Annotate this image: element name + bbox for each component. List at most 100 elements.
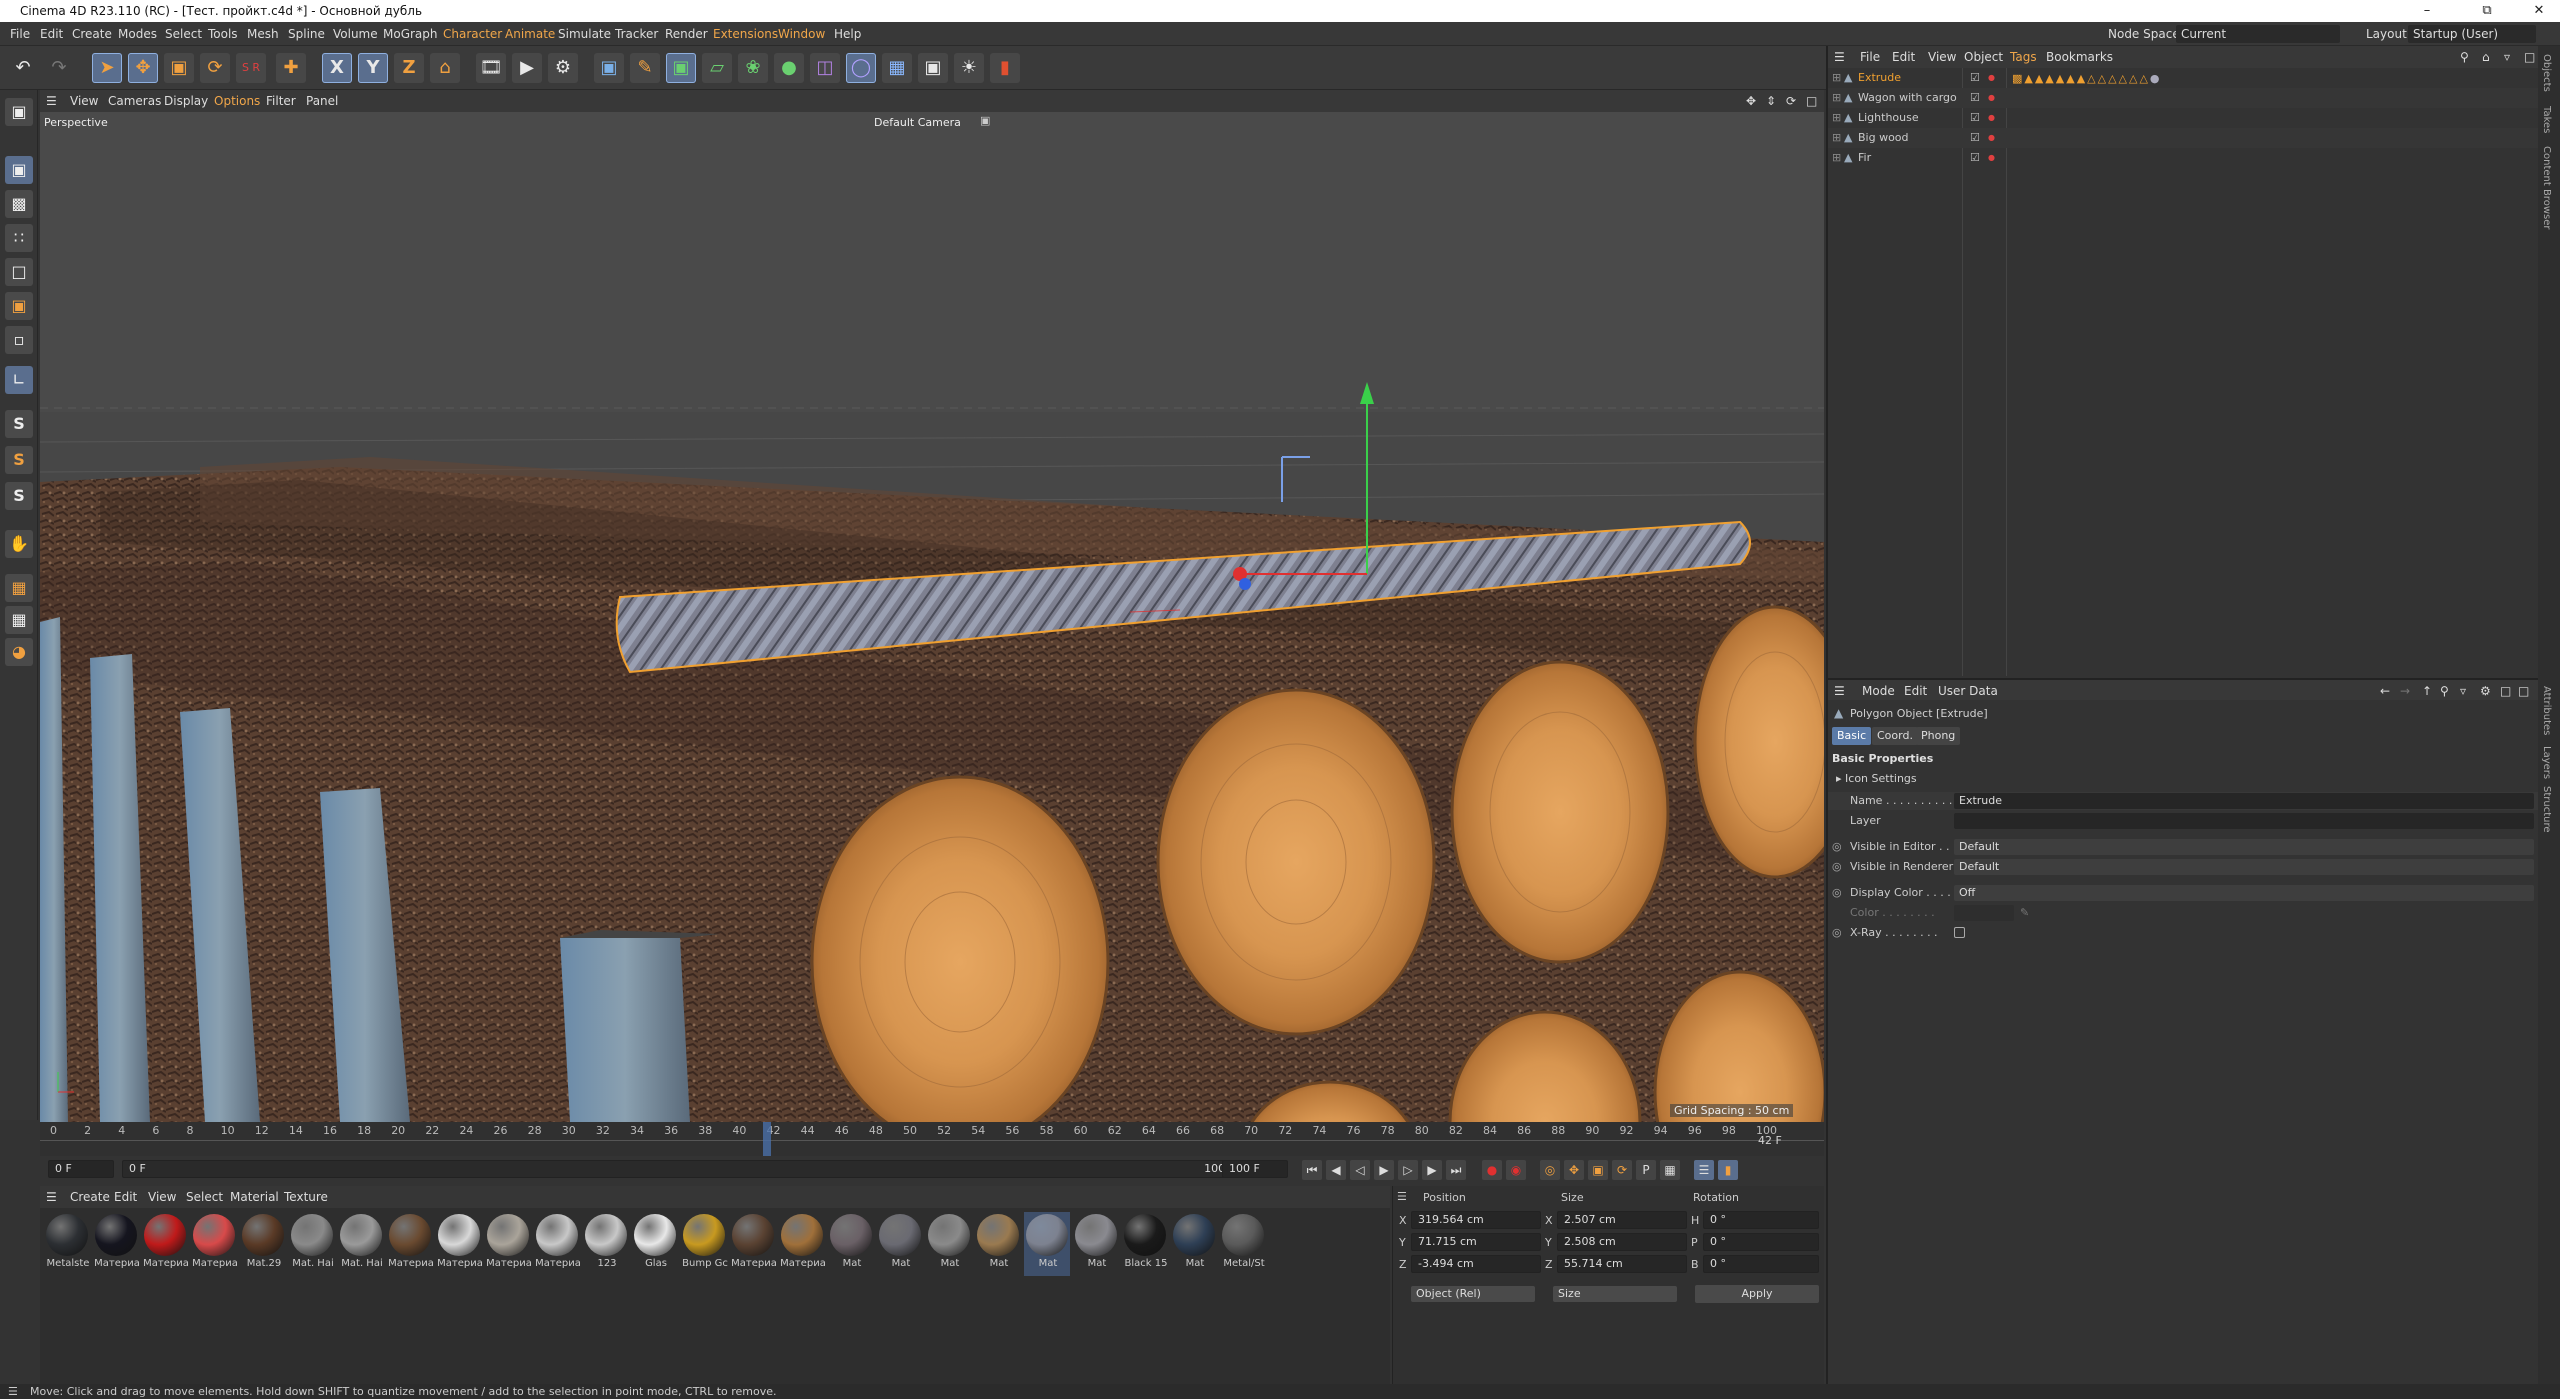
menu-tools[interactable]: Tools (208, 22, 238, 46)
menu-tracker[interactable]: Tracker (615, 22, 658, 46)
name-field[interactable]: Extrude (1954, 793, 2534, 809)
animate-dot-icon[interactable]: ◎ (1832, 884, 1842, 902)
animate-dot-icon[interactable]: ◎ (1832, 924, 1842, 942)
soft-selection-icon[interactable]: ✋ (5, 530, 33, 558)
editable-check-icon[interactable]: ☑ (1970, 68, 1980, 88)
menu-modes[interactable]: Modes (118, 22, 157, 46)
attr-menu-mode[interactable]: Mode (1862, 680, 1895, 702)
material-item[interactable]: Mat. Hai (289, 1212, 335, 1276)
scale-tool-icon[interactable]: ▣ (164, 53, 194, 83)
material-item[interactable]: Mat (926, 1212, 972, 1276)
material-item[interactable]: Glas (632, 1212, 678, 1276)
material-item[interactable]: Metalste (44, 1212, 90, 1276)
side-tab-objects[interactable]: Objects (2541, 54, 2552, 92)
uv-mode-icon[interactable]: ▫ (5, 326, 33, 354)
key-rotation-icon[interactable]: ⟳ (1612, 1160, 1632, 1180)
move-tool-icon[interactable]: ✥ (128, 53, 158, 83)
key-pla-icon[interactable]: ▦ (1660, 1160, 1680, 1180)
viewport-menu-cameras[interactable]: Cameras (108, 90, 161, 112)
recent-tools-icon[interactable]: S R (236, 53, 266, 83)
record-keys-icon[interactable]: ● (1482, 1160, 1502, 1180)
attr-menu-edit[interactable]: Edit (1904, 680, 1927, 702)
attr-hamburger-icon[interactable]: ☰ (1834, 680, 1845, 702)
side-tab-attributes[interactable]: Attributes (2541, 686, 2552, 735)
deformer-icon[interactable]: ◫ (810, 53, 840, 83)
polygons-mode-icon[interactable]: ▣ (5, 292, 33, 320)
generator-icon[interactable]: ▱ (702, 53, 732, 83)
viewport-zoom-icon[interactable]: ⇕ (1766, 90, 1776, 112)
close-icon[interactable]: ✕ (2516, 0, 2560, 22)
previous-key-icon[interactable]: ◀ (1326, 1160, 1346, 1180)
key-scale-icon[interactable]: ▣ (1588, 1160, 1608, 1180)
tab-coord[interactable]: Coord. (1872, 727, 1918, 745)
material-menu-select[interactable]: Select (186, 1186, 223, 1208)
object-row[interactable]: ⊞ ▲ Fir ☑ ● (1828, 148, 2540, 168)
material-item[interactable]: Mat (1171, 1212, 1217, 1276)
menu-extensions[interactable]: Extensions (713, 22, 778, 46)
material-item[interactable]: Mat (828, 1212, 874, 1276)
color-picker-icon[interactable]: ✎ (2020, 904, 2029, 922)
visibility-dots-icon[interactable]: ● (1988, 88, 1995, 108)
node-space-dropdown[interactable]: Current (Standard/Physical) (2176, 25, 2340, 59)
key-param-icon[interactable]: P (1636, 1160, 1656, 1180)
menu-character[interactable]: Character (443, 22, 502, 46)
snap-icon[interactable]: S (5, 410, 33, 438)
material-item[interactable]: Mat (975, 1212, 1021, 1276)
material-item[interactable]: Материа (191, 1212, 238, 1276)
menu-create[interactable]: Create (72, 22, 112, 46)
object-hamburger-icon[interactable]: ☰ (1834, 46, 1845, 68)
material-item[interactable]: 123 (583, 1212, 629, 1276)
visibility-dots-icon[interactable]: ● (1988, 148, 1995, 168)
step-forward-icon[interactable]: ▷ (1398, 1160, 1418, 1180)
material-item[interactable]: Bump Gc (681, 1212, 728, 1276)
viewport-rotate-icon[interactable]: ⟳ (1786, 90, 1796, 112)
end-frame-field[interactable]: 100 F (1222, 1160, 1288, 1178)
attr-menu-user-data[interactable]: User Data (1938, 680, 1998, 702)
editable-check-icon[interactable]: ☑ (1970, 128, 1980, 148)
tag-row[interactable]: ▩▲▲▲▲▲▲△△△△△△● (2012, 72, 2312, 86)
material-item[interactable]: Материа (387, 1212, 434, 1276)
z-axis-lock-icon[interactable]: Z (394, 53, 424, 83)
animate-dot-icon[interactable]: ◎ (1832, 838, 1842, 856)
material-item[interactable]: Mat (1073, 1212, 1119, 1276)
autokey-icon[interactable]: ◉ (1506, 1160, 1526, 1180)
cube-icon[interactable]: ▣ (594, 53, 624, 83)
viewport-move-icon[interactable]: ✥ (1746, 90, 1756, 112)
points-mode-icon[interactable]: ∷ (5, 224, 33, 252)
workplane-snap-icon[interactable]: S (5, 482, 33, 510)
rotation-field[interactable]: 0 ° (1703, 1233, 1819, 1251)
fcurve-icon[interactable]: ▮ (1718, 1160, 1738, 1180)
3d-viewport[interactable]: Perspective Default Camera ▣ Grid Spacin… (40, 112, 1824, 1122)
material-item[interactable]: Материа (436, 1212, 483, 1276)
cloner-icon[interactable]: ❀ (738, 53, 768, 83)
material-item[interactable]: Материа (93, 1212, 140, 1276)
pen-tool-icon[interactable]: ✎ (630, 53, 660, 83)
material-menu-edit[interactable]: Edit (114, 1186, 137, 1208)
model-mode-icon[interactable]: ▣ (5, 156, 33, 184)
undo-icon[interactable]: ↶ (8, 53, 38, 83)
editable-check-icon[interactable]: ☑ (1970, 148, 1980, 168)
visibility-dots-icon[interactable]: ● (1988, 68, 1995, 88)
search-icon[interactable]: ⚲ (2460, 46, 2469, 68)
make-editable-icon[interactable]: ▣ (5, 98, 33, 126)
material-menu-create[interactable]: Create (70, 1186, 110, 1208)
play-icon[interactable]: ▶ (1374, 1160, 1394, 1180)
visibility-dots-icon[interactable]: ● (1988, 128, 1995, 148)
object-name[interactable]: Extrude (1858, 68, 1901, 88)
material-item[interactable]: Материа (142, 1212, 189, 1276)
material-menu-texture[interactable]: Texture (284, 1186, 328, 1208)
rotation-field[interactable]: 0 ° (1703, 1211, 1819, 1229)
size-field[interactable]: 55.714 cm (1557, 1255, 1687, 1273)
attr-search-icon[interactable]: ⚲ (2440, 680, 2449, 702)
lock-workplane-icon[interactable]: ◕ (5, 638, 33, 666)
render-view-icon[interactable]: ▶ (512, 53, 542, 83)
go-to-start-icon[interactable]: ⏮ (1302, 1160, 1322, 1180)
y-axis-lock-icon[interactable]: Y (358, 53, 388, 83)
viewport-hamburger-icon[interactable]: ☰ (46, 90, 57, 112)
visible-editor-dropdown[interactable]: Default (1954, 839, 2534, 855)
position-field[interactable]: -3.494 cm (1411, 1255, 1541, 1273)
texture-mode-icon[interactable]: ▩ (5, 190, 33, 218)
size-field[interactable]: 2.508 cm (1557, 1233, 1687, 1251)
viewport-menu-view[interactable]: View (70, 90, 98, 112)
light-icon[interactable]: ☀ (954, 53, 984, 83)
